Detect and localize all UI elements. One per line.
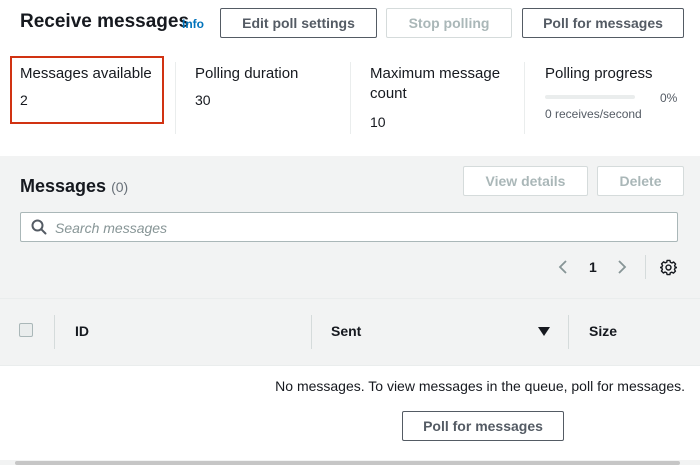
divider [524, 62, 525, 134]
poll-for-messages-button[interactable]: Poll for messages [522, 8, 684, 38]
sort-down-icon[interactable] [538, 327, 550, 337]
chevron-left-icon[interactable] [557, 259, 569, 275]
messages-title: Messages [20, 176, 107, 196]
stat-value: 10 [370, 114, 386, 130]
progress-bar [545, 95, 635, 99]
column-separator [54, 315, 55, 349]
horizontal-scrollbar[interactable] [15, 461, 680, 465]
stat-label: Polling progress [545, 65, 653, 82]
messages-count: (0) [111, 179, 129, 195]
progress-percent: 0% [660, 91, 678, 105]
stat-polling-progress: Polling progress 0% 0 receives/second [545, 64, 685, 121]
divider [645, 255, 646, 279]
divider [175, 62, 176, 134]
gear-icon[interactable] [660, 259, 677, 276]
progress-rate: 0 receives/second [545, 107, 642, 121]
info-link[interactable]: Info [182, 17, 204, 31]
table-body: No messages. To view messages in the que… [0, 366, 700, 460]
header-bar: Receive messages Info Edit poll settings… [0, 0, 700, 46]
empty-poll-for-messages-button[interactable]: Poll for messages [402, 411, 564, 441]
stat-polling-duration: Polling duration 30 [195, 64, 340, 108]
page-number[interactable]: 1 [589, 259, 597, 275]
search-input[interactable]: Search messages [20, 212, 678, 242]
empty-state-text: No messages. To view messages in the que… [275, 378, 685, 394]
delete-button[interactable]: Delete [597, 166, 684, 196]
view-details-button[interactable]: View details [463, 166, 588, 196]
select-all-checkbox[interactable] [19, 323, 33, 337]
column-separator [568, 315, 569, 349]
column-header-id[interactable]: ID [75, 323, 89, 339]
messages-heading: Messages (0) [20, 176, 128, 197]
page-title: Receive messages [20, 11, 190, 32]
search-placeholder: Search messages [55, 220, 168, 236]
edit-poll-settings-button[interactable]: Edit poll settings [220, 8, 377, 38]
divider [350, 62, 351, 134]
stop-polling-button[interactable]: Stop polling [386, 8, 512, 38]
table-header: ID Sent Size [0, 298, 700, 366]
column-header-sent[interactable]: Sent [331, 323, 361, 339]
stat-label: Maximum message count [370, 65, 501, 102]
column-separator [311, 315, 312, 349]
highlight-box [10, 56, 164, 124]
search-icon [31, 219, 47, 235]
column-header-size[interactable]: Size [589, 323, 617, 339]
stat-value: 30 [195, 92, 211, 108]
chevron-right-icon[interactable] [616, 259, 628, 275]
stat-max-count: Maximum message count 10 [370, 64, 510, 130]
stat-label: Polling duration [195, 65, 299, 82]
